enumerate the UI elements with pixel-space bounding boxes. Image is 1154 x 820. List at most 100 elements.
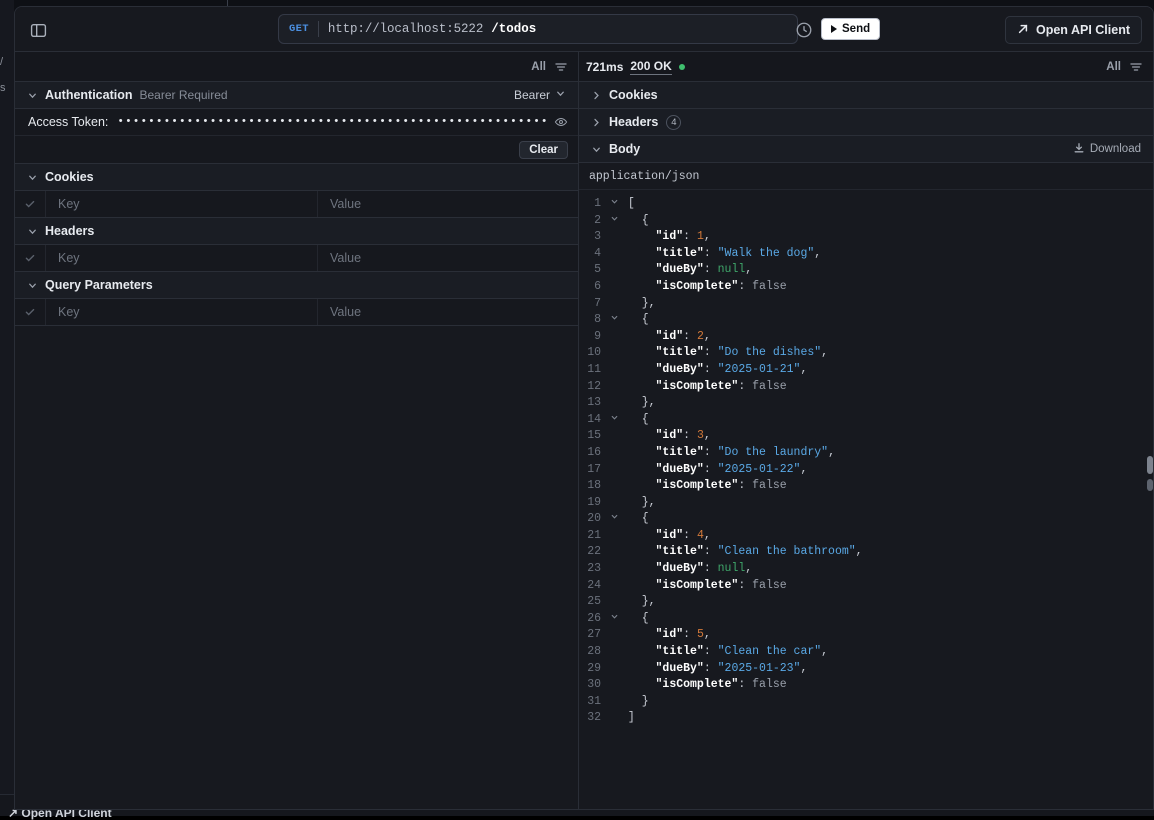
line-number: 24 — [579, 578, 607, 595]
json-line: 7 }, — [579, 296, 1153, 313]
send-button[interactable]: Send — [821, 18, 880, 40]
section-authentication[interactable]: Authentication Bearer Required Bearer — [15, 82, 578, 109]
cookies-row: Key Value — [15, 191, 578, 218]
sidebar-toggle-button[interactable] — [24, 16, 52, 44]
access-token-input[interactable]: ••••••••••••••••••••••••••••••••••••••••… — [117, 116, 546, 128]
check-icon[interactable] — [15, 191, 46, 217]
section-cookies[interactable]: Cookies — [15, 164, 578, 191]
authentication-subtitle: Bearer Required — [140, 88, 228, 102]
query-parameters-title: Query Parameters — [45, 278, 153, 292]
history-button[interactable] — [795, 21, 813, 39]
headers-value-input[interactable]: Value — [318, 245, 578, 271]
response-toolbar: 721ms 200 OK All — [579, 52, 1153, 82]
json-line-content: "title": "Clean the car", — [621, 644, 828, 661]
chevron-down-icon — [555, 88, 566, 102]
cookies-value-input[interactable]: Value — [318, 191, 578, 217]
response-body-title: Body — [609, 142, 640, 156]
fold-chevron-down-icon[interactable] — [607, 412, 621, 429]
fold-chevron-down-icon[interactable] — [607, 611, 621, 628]
section-headers[interactable]: Headers — [15, 218, 578, 245]
json-line-content: }, — [621, 495, 656, 512]
line-number: 6 — [579, 279, 607, 296]
line-number: 25 — [579, 594, 607, 611]
vertical-scrollbar-thumb[interactable] — [1147, 456, 1153, 474]
query-parameters-key-input[interactable]: Key — [46, 299, 318, 325]
fold-chevron-down-icon[interactable] — [607, 312, 621, 329]
cookies-key-input[interactable]: Key — [46, 191, 318, 217]
filter-icon[interactable] — [1129, 60, 1143, 74]
api-client-window: GET http://localhost:5222 /todos Send Op… — [14, 6, 1154, 810]
fold-chevron-down-icon[interactable] — [607, 511, 621, 528]
response-section-cookies[interactable]: Cookies — [579, 82, 1153, 109]
vertical-scrollbar-thumb-secondary[interactable] — [1147, 479, 1153, 491]
url-path-text[interactable]: /todos — [491, 22, 536, 36]
json-line: 29 "dueBy": "2025-01-23", — [579, 661, 1153, 678]
json-line-content: { — [621, 511, 649, 528]
line-number: 1 — [579, 196, 607, 213]
json-line: 21 "id": 4, — [579, 528, 1153, 545]
json-line-content: { — [621, 312, 649, 329]
background-fragment-slash: / — [0, 56, 3, 68]
download-icon — [1073, 142, 1085, 157]
json-line: 18 "isComplete": false — [579, 478, 1153, 495]
headers-key-input[interactable]: Key — [46, 245, 318, 271]
line-number: 31 — [579, 694, 607, 711]
response-filter-all-label[interactable]: All — [1106, 61, 1121, 73]
line-number: 13 — [579, 395, 607, 412]
response-status-badge[interactable]: 200 OK — [630, 59, 671, 75]
clear-token-button[interactable]: Clear — [519, 141, 568, 159]
access-token-row: Access Token: ••••••••••••••••••••••••••… — [15, 109, 578, 136]
sidebar-toggle-icon — [30, 22, 47, 39]
json-line: 32 ] — [579, 710, 1153, 727]
fold-chevron-down-icon[interactable] — [607, 196, 621, 213]
json-line-content: "title": "Do the dishes", — [621, 345, 828, 362]
check-icon[interactable] — [15, 299, 46, 325]
open-api-client-button[interactable]: Open API Client — [1005, 16, 1142, 44]
response-section-body[interactable]: Body Download — [579, 136, 1153, 163]
eye-icon[interactable] — [554, 115, 568, 129]
query-parameters-value-input[interactable]: Value — [318, 299, 578, 325]
request-filter-all-label[interactable]: All — [531, 61, 546, 73]
access-token-actions: Clear — [15, 136, 578, 164]
line-number: 20 — [579, 511, 607, 528]
url-bar[interactable]: GET http://localhost:5222 /todos — [278, 14, 798, 44]
headers-row: Key Value — [15, 245, 578, 272]
line-number: 7 — [579, 296, 607, 313]
main-split: All Authentication Bearer Required Beare… — [15, 52, 1153, 810]
line-number: 23 — [579, 561, 607, 578]
chevron-down-icon — [589, 142, 603, 156]
json-line-content: "dueBy": "2025-01-21", — [621, 362, 807, 379]
json-line-content: "id": 2, — [621, 329, 711, 346]
json-line: 26 { — [579, 611, 1153, 628]
response-section-headers[interactable]: Headers 4 — [579, 109, 1153, 136]
section-query-parameters[interactable]: Query Parameters — [15, 272, 578, 299]
filter-icon[interactable] — [554, 60, 568, 74]
url-host-text[interactable]: http://localhost:5222 — [328, 22, 483, 36]
download-button[interactable]: Download — [1073, 142, 1141, 157]
background-fragment-s: s — [0, 82, 6, 94]
line-number: 12 — [579, 379, 607, 396]
chevron-down-icon — [25, 224, 39, 238]
json-line: 24 "isComplete": false — [579, 578, 1153, 595]
json-line: 17 "dueBy": "2025-01-22", — [579, 462, 1153, 479]
json-line: 2 { — [579, 213, 1153, 230]
line-number: 30 — [579, 677, 607, 694]
json-line-content: "dueBy": "2025-01-23", — [621, 661, 807, 678]
line-number: 11 — [579, 362, 607, 379]
json-line: 10 "title": "Do the dishes", — [579, 345, 1153, 362]
chevron-down-icon — [25, 88, 39, 102]
query-parameters-row: Key Value — [15, 299, 578, 326]
json-body-viewer[interactable]: 1 [2 {3 "id": 1,4 "title": "Walk the dog… — [579, 190, 1153, 750]
json-line-content: "title": "Walk the dog", — [621, 246, 821, 263]
line-number: 14 — [579, 412, 607, 429]
http-method-badge[interactable]: GET — [289, 23, 318, 35]
fold-chevron-down-icon[interactable] — [607, 213, 621, 230]
access-token-label: Access Token: — [28, 115, 108, 129]
chevron-right-icon — [589, 115, 603, 129]
auth-scheme-select[interactable]: Bearer — [514, 88, 566, 102]
line-number: 10 — [579, 345, 607, 362]
line-number: 19 — [579, 495, 607, 512]
open-api-client-label: Open API Client — [1036, 23, 1130, 37]
check-icon[interactable] — [15, 245, 46, 271]
line-number: 18 — [579, 478, 607, 495]
